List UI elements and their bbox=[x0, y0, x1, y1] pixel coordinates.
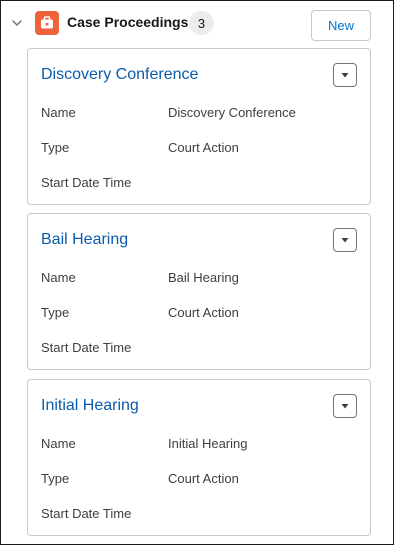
row-actions-dropdown[interactable] bbox=[333, 228, 357, 252]
field-label-type: Type bbox=[41, 305, 70, 320]
record-title-link[interactable]: Bail Hearing bbox=[41, 231, 128, 249]
record-card: Initial Hearing Name Initial Hearing Typ… bbox=[27, 379, 371, 536]
field-value-name: Initial Hearing bbox=[168, 436, 248, 451]
field-label-name: Name bbox=[41, 436, 76, 451]
related-list-title[interactable]: Case Proceedings bbox=[67, 14, 188, 30]
row-actions-dropdown[interactable] bbox=[333, 394, 357, 418]
record-count-badge: 3 bbox=[189, 11, 214, 35]
field-value-type: Court Action bbox=[168, 471, 239, 486]
caret-down-icon bbox=[341, 404, 349, 409]
field-label-start-date-time: Start Date Time bbox=[41, 340, 132, 355]
field-value-type: Court Action bbox=[168, 305, 239, 320]
field-label-start-date-time: Start Date Time bbox=[41, 506, 132, 521]
field-value-name: Discovery Conference bbox=[168, 105, 296, 120]
caret-down-icon bbox=[341, 238, 349, 243]
field-label-start-date-time: Start Date Time bbox=[41, 175, 132, 190]
chevron-down-icon[interactable] bbox=[9, 15, 25, 31]
row-actions-dropdown[interactable] bbox=[333, 63, 357, 87]
new-button[interactable]: New bbox=[311, 10, 371, 41]
briefcase-icon bbox=[35, 11, 59, 35]
field-label-type: Type bbox=[41, 471, 70, 486]
field-value-name: Bail Hearing bbox=[168, 270, 239, 285]
field-label-name: Name bbox=[41, 105, 76, 120]
caret-down-icon bbox=[341, 73, 349, 78]
field-value-type: Court Action bbox=[168, 140, 239, 155]
related-list-header: Case Proceedings 3 New bbox=[1, 1, 393, 47]
record-title-link[interactable]: Discovery Conference bbox=[41, 66, 198, 84]
record-title-link[interactable]: Initial Hearing bbox=[41, 397, 139, 415]
field-label-name: Name bbox=[41, 270, 76, 285]
related-list-panel: Case Proceedings 3 New Discovery Confere… bbox=[0, 0, 394, 545]
record-card: Discovery Conference Name Discovery Conf… bbox=[27, 48, 371, 205]
record-card: Bail Hearing Name Bail Hearing Type Cour… bbox=[27, 213, 371, 370]
field-label-type: Type bbox=[41, 140, 70, 155]
